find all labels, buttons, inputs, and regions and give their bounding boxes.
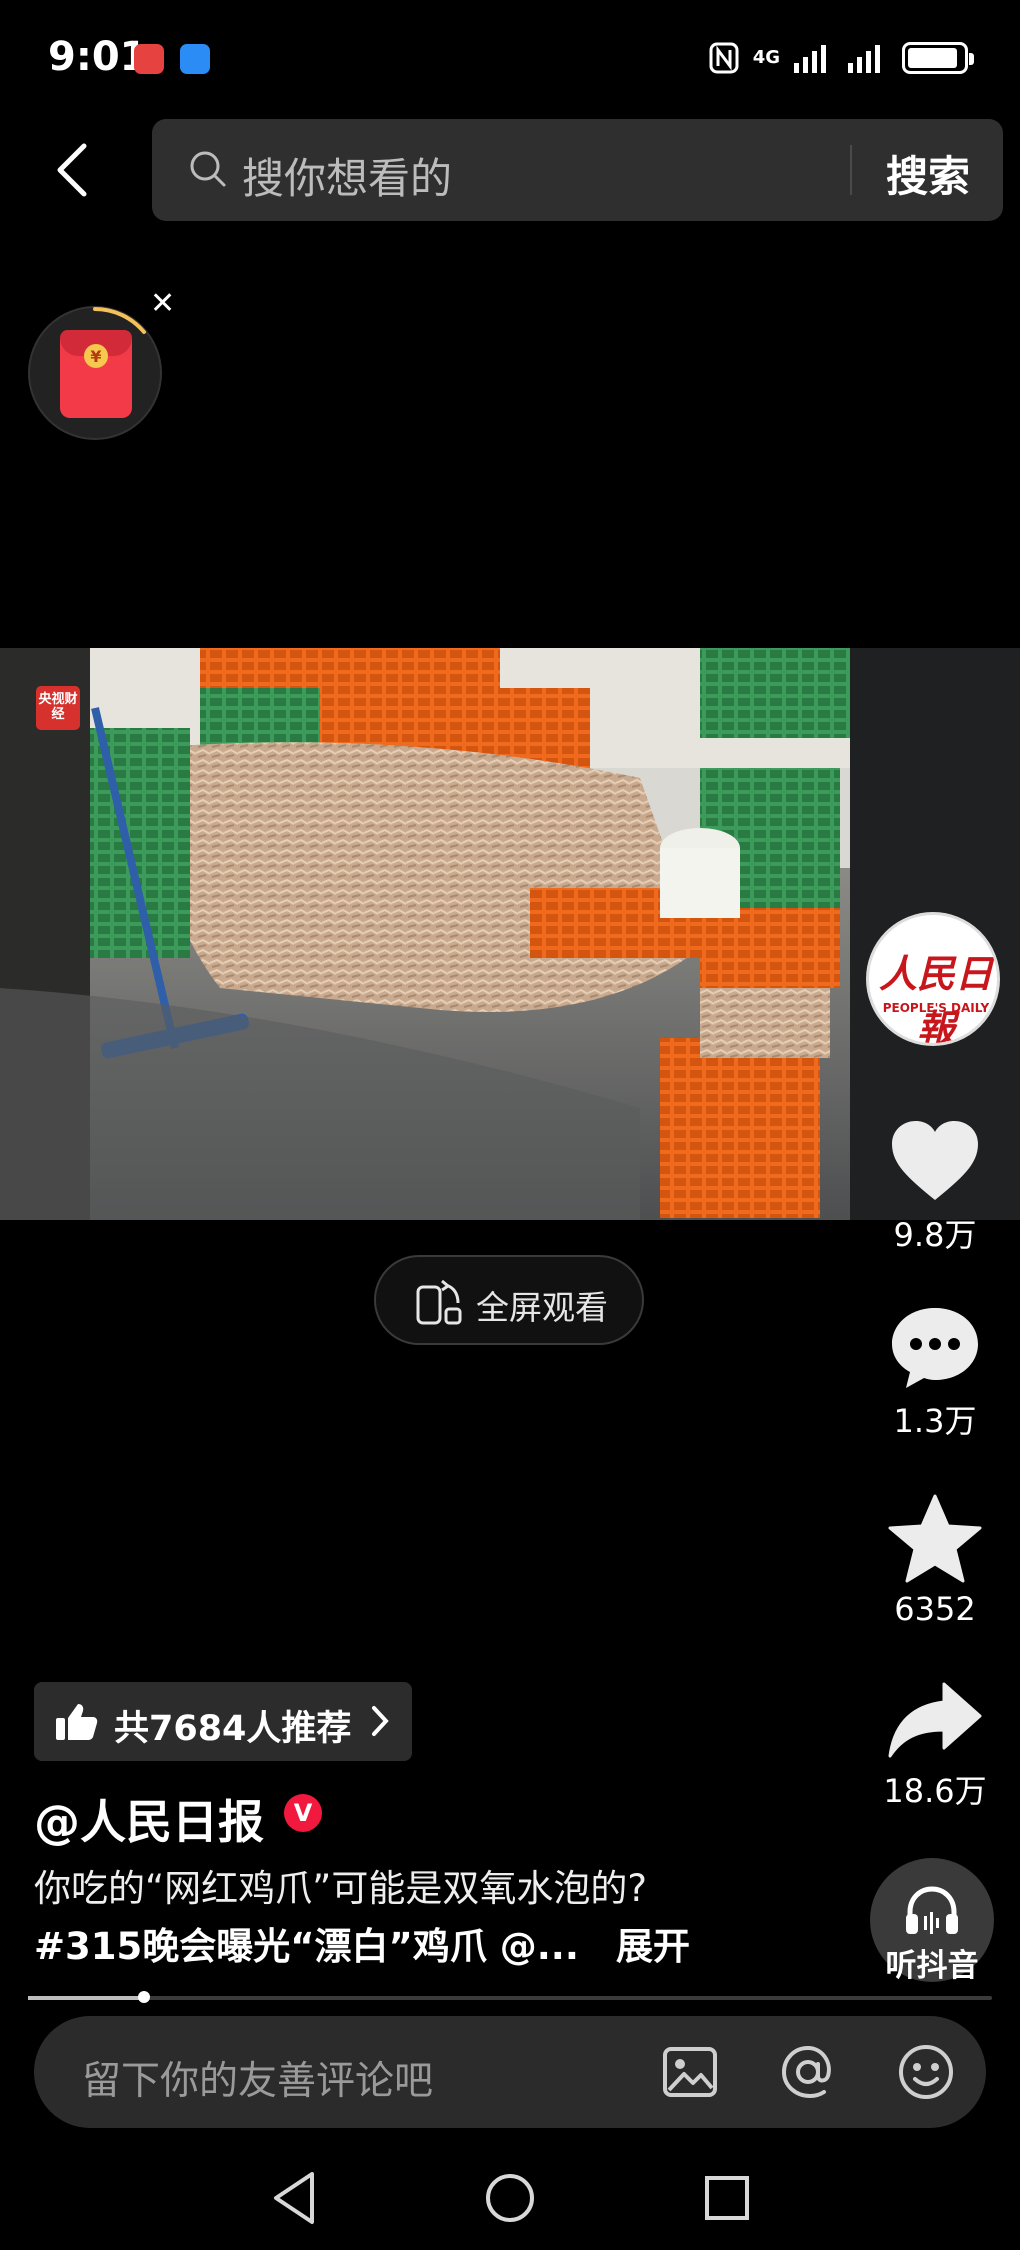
nfc-icon bbox=[709, 42, 739, 74]
recommend-pill[interactable]: 共7684人推荐 bbox=[34, 1682, 412, 1761]
video-watermark: 央视财经 bbox=[36, 686, 80, 730]
close-icon[interactable]: ✕ bbox=[150, 286, 175, 321]
video-frame bbox=[0, 648, 1020, 1220]
notification-app-icon bbox=[180, 44, 210, 74]
caption-text: 你吃的“网红鸡爪”可能是双氧水泡的? bbox=[34, 1867, 647, 1910]
video-progress-bar[interactable] bbox=[28, 1991, 992, 2003]
emoji-icon[interactable] bbox=[896, 2042, 956, 2102]
search-divider bbox=[850, 145, 852, 195]
image-icon[interactable] bbox=[660, 2042, 720, 2102]
comment-input[interactable]: 留下你的友善评论吧 bbox=[82, 2050, 433, 2106]
fullscreen-button[interactable]: 全屏观看 bbox=[374, 1255, 644, 1345]
rotate-phone-icon bbox=[416, 1279, 462, 1325]
chevron-right-icon bbox=[372, 1706, 389, 1736]
mention-icon[interactable] bbox=[778, 2042, 838, 2102]
signal-icon bbox=[794, 45, 826, 73]
author-name[interactable]: @人民日报 bbox=[34, 1786, 264, 1852]
back-button[interactable] bbox=[44, 132, 100, 208]
video-player[interactable]: 央视财经 bbox=[0, 648, 1020, 1220]
nav-home-icon[interactable] bbox=[484, 2170, 536, 2226]
headphones-icon bbox=[906, 1886, 958, 1934]
chevron-left-icon bbox=[57, 143, 87, 197]
signal-icon bbox=[848, 45, 880, 73]
red-envelope-icon: ¥ bbox=[60, 330, 132, 418]
status-time: 9:01 bbox=[48, 34, 148, 80]
avatar-logo-text: 人民日報 bbox=[878, 951, 993, 1046]
fullscreen-label: 全屏观看 bbox=[476, 1288, 608, 1327]
like-button[interactable]: 9.8万 bbox=[870, 1118, 1000, 1256]
search-box[interactable]: 搜你想看的 搜索 bbox=[152, 119, 1003, 221]
battery-level bbox=[908, 48, 957, 68]
network-type: 4G bbox=[752, 47, 780, 68]
star-icon bbox=[888, 1494, 982, 1583]
status-bar: 9:01 4G bbox=[0, 0, 1020, 120]
red-packet-widget[interactable]: ¥ bbox=[28, 306, 162, 440]
system-navigation-bar bbox=[0, 2150, 1020, 2250]
comment-count: 1.3万 bbox=[893, 1402, 977, 1440]
author-avatar[interactable]: 人民日報 PEOPLE'S DAILY bbox=[866, 912, 1000, 1046]
favorite-count: 6352 bbox=[894, 1590, 976, 1628]
notification-app-icon bbox=[134, 44, 164, 74]
comment-button[interactable]: 1.3万 bbox=[870, 1304, 1000, 1442]
battery-icon bbox=[902, 42, 974, 74]
like-count: 9.8万 bbox=[893, 1216, 977, 1254]
heart-icon bbox=[892, 1121, 978, 1200]
status-icons: 4G bbox=[709, 40, 974, 76]
listen-label[interactable]: 听抖音 bbox=[870, 1940, 994, 1985]
search-icon bbox=[190, 151, 226, 187]
comment-bubble-icon bbox=[892, 1308, 978, 1388]
favorite-button[interactable]: 6352 bbox=[870, 1494, 1000, 1628]
expand-caption-button[interactable]: 展开 bbox=[616, 1916, 690, 1970]
comment-bar[interactable]: 留下你的友善评论吧 bbox=[34, 2016, 986, 2128]
share-arrow-icon bbox=[888, 1682, 982, 1758]
thumbs-up-icon bbox=[56, 1704, 98, 1740]
share-count: 18.6万 bbox=[883, 1772, 987, 1810]
coin-icon: ¥ bbox=[84, 344, 108, 368]
recommend-label: 共7684人推荐 bbox=[114, 1709, 352, 1749]
progress-fill bbox=[28, 1996, 144, 2000]
share-button[interactable]: 18.6万 bbox=[870, 1680, 1000, 1812]
avatar-logo-subtext: PEOPLE'S DAILY bbox=[882, 1001, 990, 1015]
progress-knob[interactable] bbox=[137, 1991, 150, 2003]
nav-recents-icon[interactable] bbox=[702, 2170, 752, 2226]
search-input[interactable]: 搜你想看的 bbox=[242, 145, 452, 206]
caption-hashtag[interactable]: #315晚会曝光“漂白”鸡爪 @... bbox=[34, 1916, 579, 1970]
search-button[interactable]: 搜索 bbox=[886, 143, 970, 204]
nav-back-icon[interactable] bbox=[270, 2170, 320, 2226]
verified-badge: V bbox=[284, 1794, 322, 1832]
